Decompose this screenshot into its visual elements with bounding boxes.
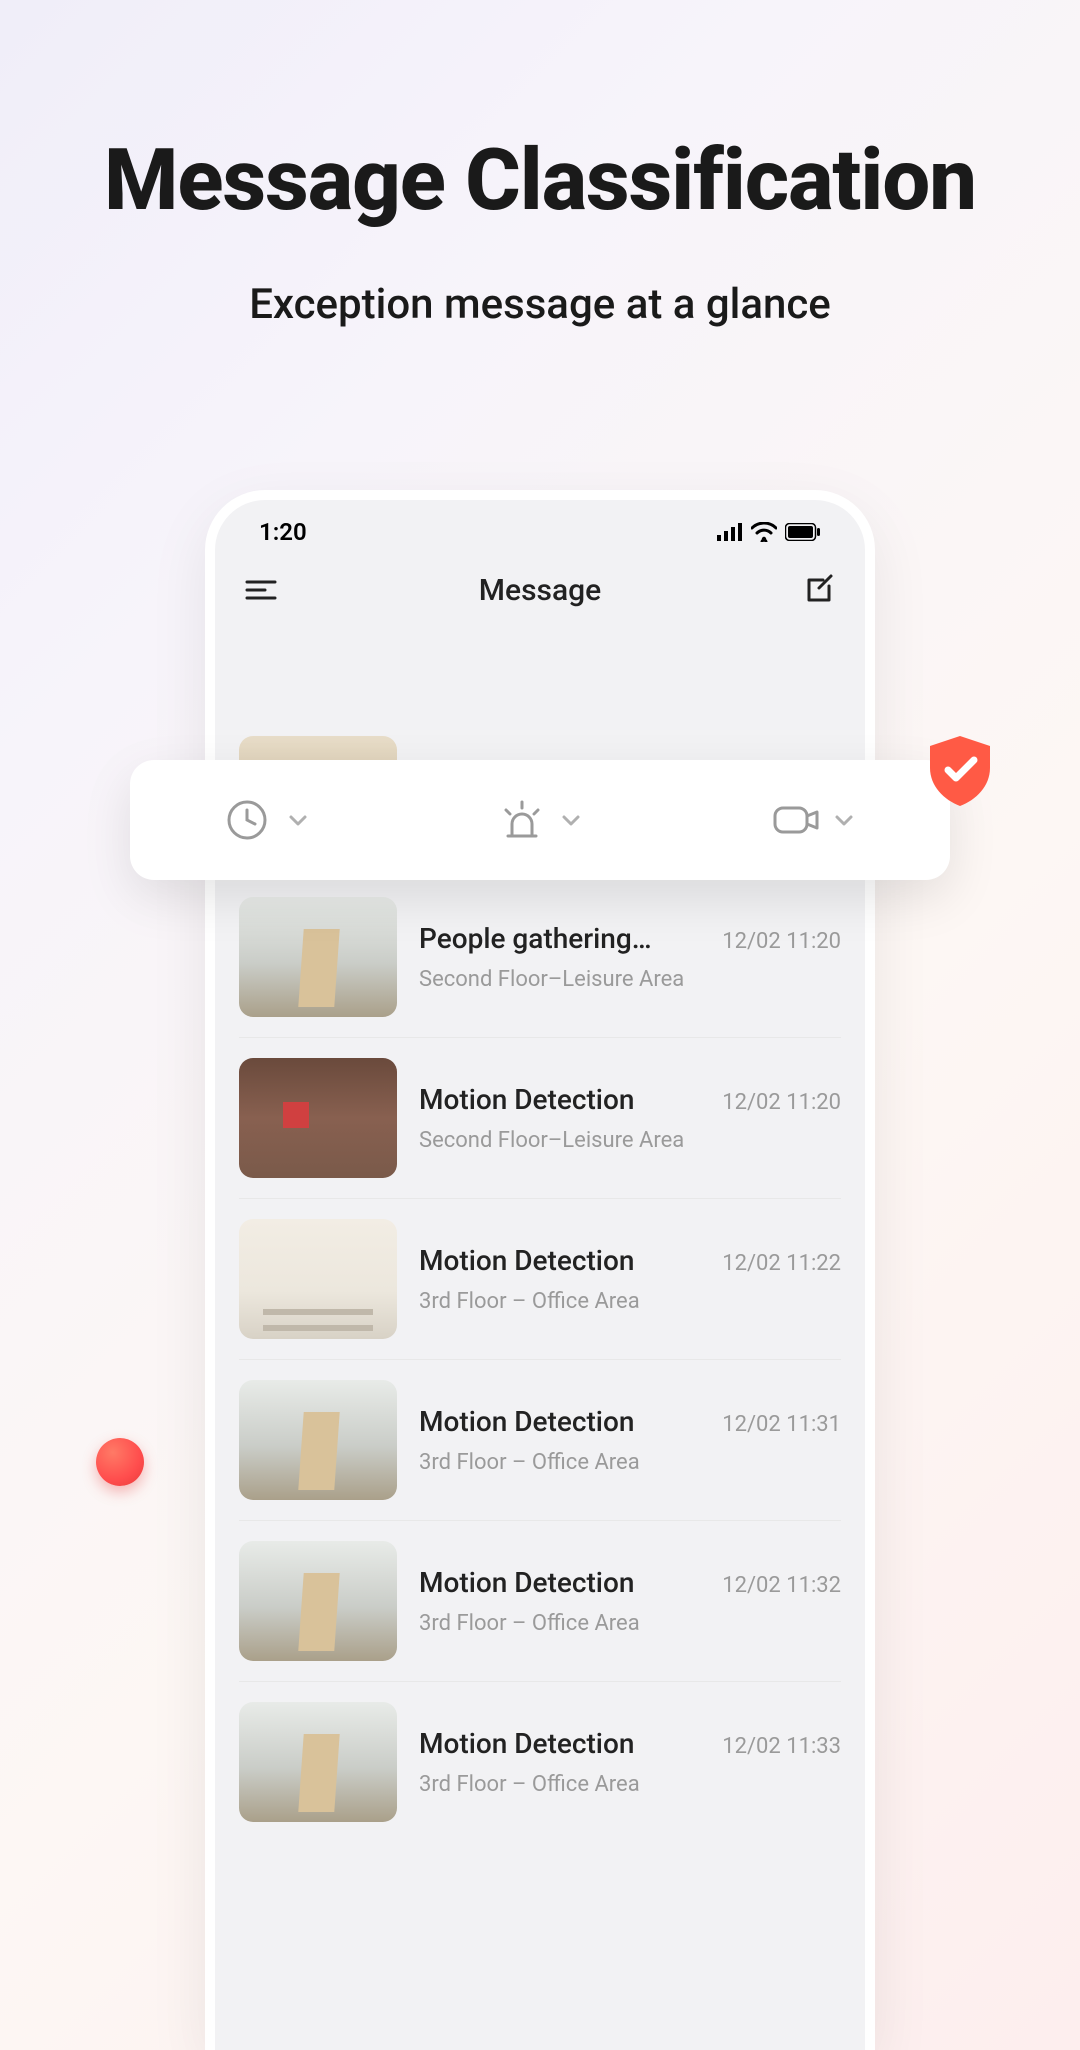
status-indicators xyxy=(717,522,821,542)
message-location: 3rd Floor – Office Area xyxy=(419,1611,841,1636)
message-time: 12/02 11:31 xyxy=(722,1412,841,1437)
message-thumbnail xyxy=(239,1702,397,1822)
message-title: Motion Detection xyxy=(419,1083,634,1116)
shield-badge xyxy=(920,730,1000,810)
clock-icon xyxy=(225,798,269,842)
message-body: People gathering… 12/02 11:20 Second Floor… xyxy=(419,922,841,992)
message-item[interactable]: People gathering… 12/02 11:20 Second Floor… xyxy=(239,877,841,1038)
wifi-icon xyxy=(751,522,777,542)
message-item[interactable]: Motion Detection 12/02 11:22 3rd Floor – O… xyxy=(239,1199,841,1360)
phone-mockup: 1:20 Message People gathering…12/02 10:0… xyxy=(205,490,875,2050)
message-location: Second Floor–Leisure Area xyxy=(419,967,841,992)
message-title: Motion Detection xyxy=(419,1405,634,1438)
message-title: Motion Detection xyxy=(419,1244,634,1277)
chevron-down-icon xyxy=(833,809,855,831)
message-body: Motion Detection 12/02 11:33 3rd Floor – O… xyxy=(419,1727,841,1797)
message-location: Second Floor–Leisure Area xyxy=(419,1128,841,1153)
camera-icon xyxy=(771,798,815,842)
message-item[interactable]: Motion Detection 12/02 11:20 Second Floor–… xyxy=(239,1038,841,1199)
message-thumbnail xyxy=(239,897,397,1017)
message-location: 3rd Floor – Office Area xyxy=(419,1772,841,1797)
message-body: Motion Detection 12/02 11:22 3rd Floor – O… xyxy=(419,1244,841,1314)
compose-icon[interactable] xyxy=(801,572,837,608)
filter-camera[interactable] xyxy=(771,798,855,842)
hero-title: Message Classification xyxy=(0,130,1080,230)
page-title: Message xyxy=(479,573,601,608)
chevron-down-icon xyxy=(560,809,582,831)
hero-subtitle: Exception message at a glance xyxy=(0,280,1080,329)
message-item[interactable]: Motion Detection 12/02 11:33 3rd Floor – O… xyxy=(239,1682,841,1842)
message-thumbnail xyxy=(239,1541,397,1661)
battery-icon xyxy=(785,523,821,541)
message-thumbnail xyxy=(239,1380,397,1500)
status-time: 1:20 xyxy=(259,518,307,546)
menu-icon[interactable] xyxy=(243,572,279,608)
message-time: 12/02 11:32 xyxy=(722,1573,841,1598)
siren-icon xyxy=(498,798,542,842)
message-item[interactable]: Motion Detection 12/02 11:31 3rd Floor – O… xyxy=(239,1360,841,1521)
decorative-dot xyxy=(96,1438,144,1486)
message-body: Motion Detection 12/02 11:20 Second Floor–… xyxy=(419,1083,841,1153)
filter-bar xyxy=(130,760,950,880)
message-body: Motion Detection 12/02 11:31 3rd Floor – O… xyxy=(419,1405,841,1475)
message-title: People gathering… xyxy=(419,922,652,955)
message-title: Motion Detection xyxy=(419,1727,634,1760)
message-time: 12/02 11:20 xyxy=(722,929,841,954)
message-time: 12/02 11:22 xyxy=(722,1251,841,1276)
app-header: Message xyxy=(215,554,865,628)
message-thumbnail xyxy=(239,1219,397,1339)
cellular-icon xyxy=(717,523,743,541)
message-item[interactable]: Motion Detection 12/02 11:32 3rd Floor – O… xyxy=(239,1521,841,1682)
message-thumbnail xyxy=(239,1058,397,1178)
message-time: 12/02 11:33 xyxy=(722,1734,841,1759)
chevron-down-icon xyxy=(287,809,309,831)
message-location: 3rd Floor – Office Area xyxy=(419,1289,841,1314)
message-time: 12/02 11:20 xyxy=(722,1090,841,1115)
message-title: Motion Detection xyxy=(419,1566,634,1599)
filter-alert[interactable] xyxy=(498,798,582,842)
status-bar: 1:20 xyxy=(215,500,865,554)
filter-time[interactable] xyxy=(225,798,309,842)
message-location: 3rd Floor – Office Area xyxy=(419,1450,841,1475)
message-body: Motion Detection 12/02 11:32 3rd Floor – O… xyxy=(419,1566,841,1636)
